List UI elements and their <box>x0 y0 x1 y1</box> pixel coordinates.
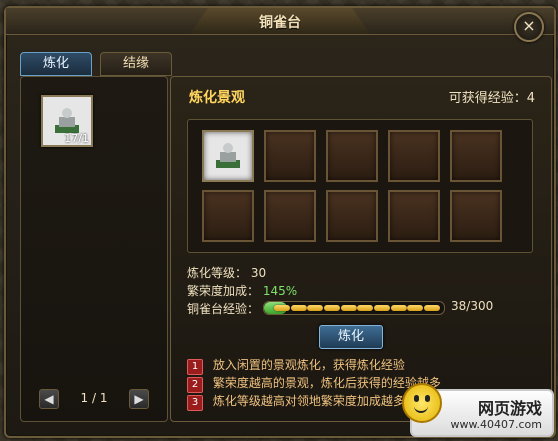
watermark-title: 网页游戏 <box>477 399 542 418</box>
progress-dot <box>274 305 290 311</box>
panel-title: 炼化景观 <box>189 90 245 106</box>
grid-slot-7[interactable] <box>264 190 316 242</box>
watermark: 网页游戏 www.40407.com <box>402 383 554 437</box>
grid-slot-4[interactable] <box>388 130 440 182</box>
smiley-mouth <box>414 405 428 413</box>
window: 铜雀台 × 炼化 结缘 17/1 ◀ 1 / 1 ▶ 炼化景观 可获得经验：4 … <box>4 6 556 438</box>
refine-level-label: 炼化等级： <box>187 266 248 280</box>
grid-slot-8[interactable] <box>326 190 378 242</box>
statue-icon <box>216 143 240 168</box>
exp-label: 铜雀台经验： <box>187 302 260 316</box>
grid-slot-5[interactable] <box>450 130 502 182</box>
refine-level-row: 炼化等级： 30 <box>187 264 297 282</box>
left-item-slot[interactable]: 17/1 <box>41 95 93 147</box>
grid-slot-10[interactable] <box>450 190 502 242</box>
right-panel: 炼化景观 可获得经验：4 炼化等级： 30 繁荣度加成： 145% 铜雀台经验：… <box>170 76 552 422</box>
tip-text-1: 放入闲置的景观炼化，获得炼化经验 <box>212 358 405 372</box>
tip-number-1: 1 <box>187 359 203 375</box>
tip-number-2: 2 <box>187 377 203 393</box>
progress-dot <box>323 305 340 311</box>
tip-text-3: 炼化等级越高对领地繁荣度加成越多 <box>212 394 405 408</box>
tip-number-3: 3 <box>187 395 203 411</box>
refine-button[interactable]: 炼化 <box>319 325 383 349</box>
progress-dot <box>307 305 324 311</box>
grid-slot-1[interactable] <box>202 130 254 182</box>
prosperity-label: 繁荣度加成： <box>187 284 260 298</box>
arrow-right-icon: ▶ <box>134 392 144 406</box>
exp-progress-text: 38/300 <box>451 299 494 313</box>
left-panel: 17/1 ◀ 1 / 1 ▶ <box>20 76 168 422</box>
grid-slot-3[interactable] <box>326 130 378 182</box>
tab-bond[interactable]: 结缘 <box>100 52 172 76</box>
grid-slot-6[interactable] <box>202 190 254 242</box>
close-button[interactable]: × <box>514 12 544 42</box>
refine-grid <box>187 119 533 253</box>
slot-count: 17/1 <box>64 132 89 145</box>
prosperity-row: 繁荣度加成： 145% <box>187 282 297 300</box>
progress-dot <box>290 305 307 311</box>
tip-1: 1 放入闲置的景观炼化，获得炼化经验 <box>187 357 441 375</box>
close-icon: × <box>522 16 536 35</box>
tab-refine[interactable]: 炼化 <box>20 52 92 76</box>
progress-dot <box>373 305 390 311</box>
pager: ◀ 1 / 1 ▶ <box>39 389 149 411</box>
progress-dot <box>340 305 357 311</box>
prosperity-value: 145% <box>262 284 298 298</box>
exp-progress-bar <box>263 301 445 315</box>
progress-dot <box>390 305 407 311</box>
progress-dot <box>407 305 424 311</box>
progress-dot <box>423 305 440 311</box>
grid-slot-2[interactable] <box>264 130 316 182</box>
window-title: 铜雀台 <box>259 15 301 31</box>
tip-text-2: 繁荣度越高的景观，炼化后获得的经验越多 <box>212 376 441 390</box>
progress-dot <box>357 305 374 311</box>
gain-exp: 可获得经验：4 <box>448 91 535 106</box>
exp-progress-dots <box>274 305 440 311</box>
grid-slot-9[interactable] <box>388 190 440 242</box>
tip-2: 2 繁荣度越高的景观，炼化后获得的经验越多 <box>187 375 441 393</box>
smiley-logo-icon <box>402 383 442 423</box>
pager-next-button[interactable]: ▶ <box>129 389 149 409</box>
title-bar: 铜雀台 × <box>6 8 554 42</box>
refine-level-value: 30 <box>250 266 267 280</box>
watermark-url: www.40407.com <box>450 418 542 431</box>
